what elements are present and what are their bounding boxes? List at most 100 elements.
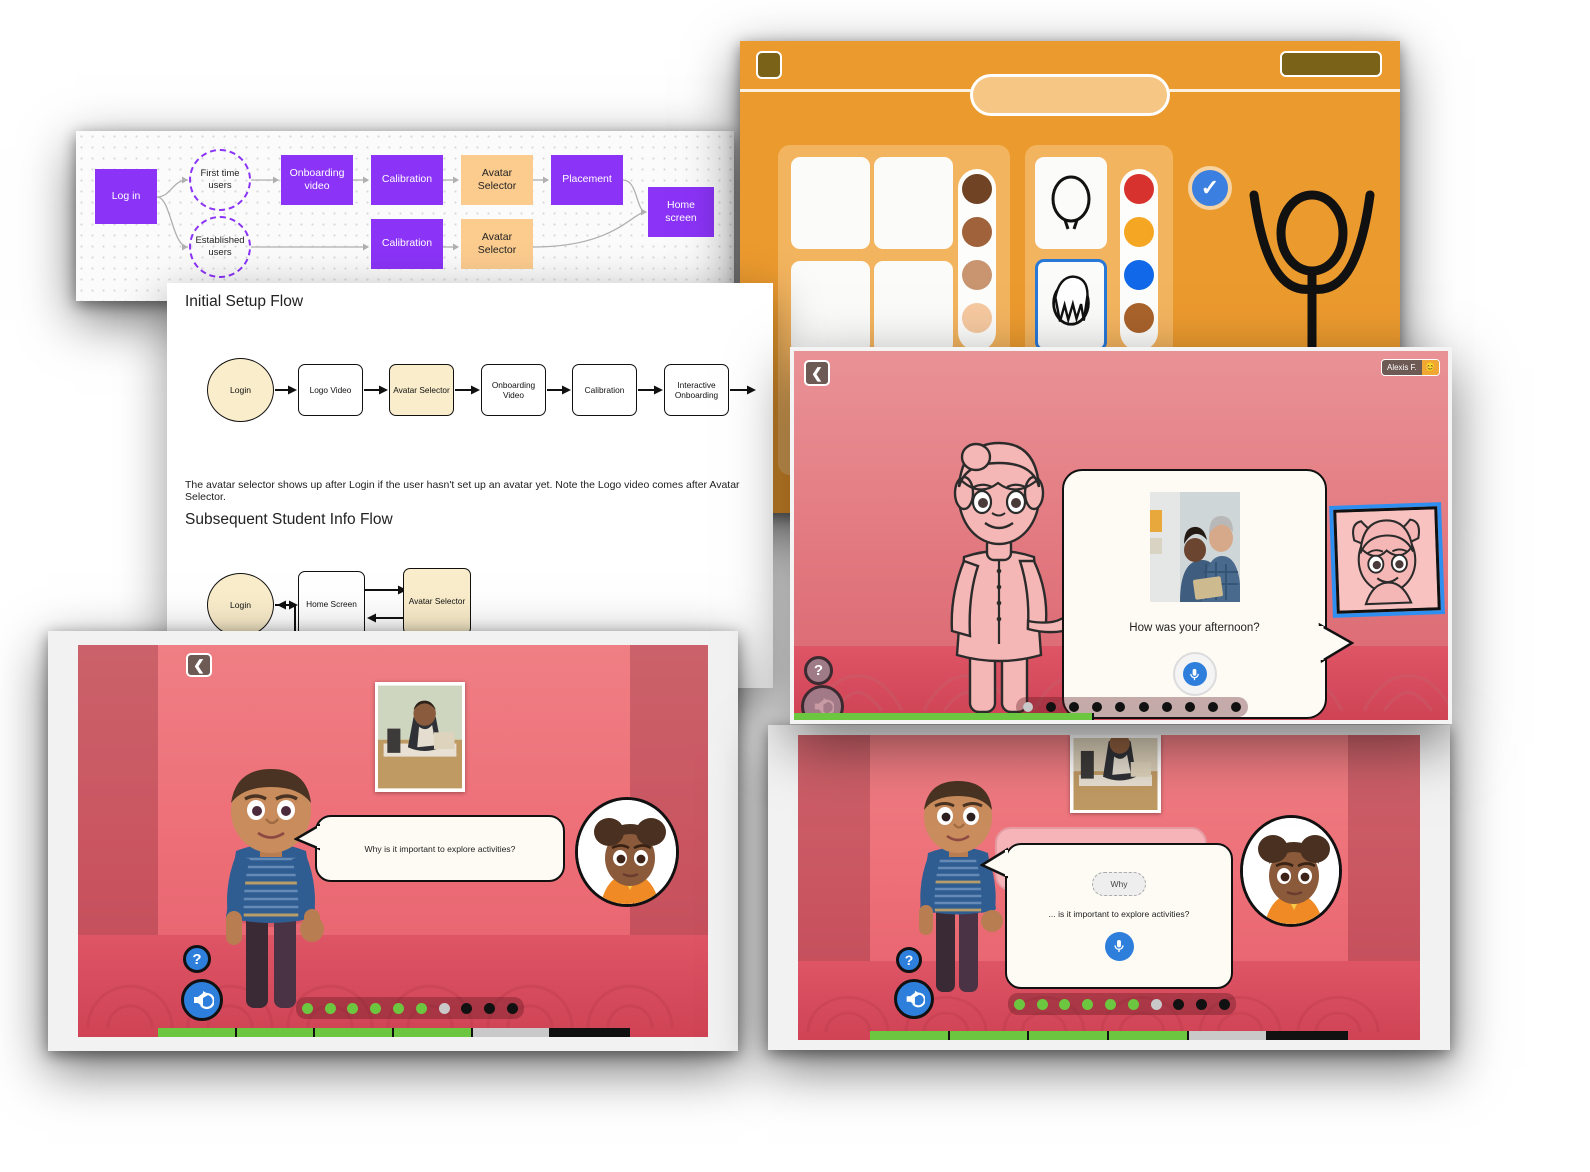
listener-avatar-right (1240, 815, 1342, 927)
listener-avatar-float-frame (1329, 502, 1445, 618)
progress-dot (1127, 998, 1139, 1010)
skin-swatch-3[interactable] (962, 260, 992, 290)
progress-segment (1029, 1031, 1110, 1040)
microphone-button-float[interactable] (1172, 652, 1217, 696)
body-tile-3[interactable] (791, 261, 870, 353)
replay-audio-button-left[interactable] (181, 979, 223, 1021)
hair-tile-bald[interactable] (1035, 157, 1107, 249)
menu-placeholder-button[interactable] (756, 51, 782, 79)
student-name-label: Alexis F. (1386, 363, 1417, 372)
help-button-float[interactable]: ? (804, 656, 833, 685)
doc2-node-home-screen[interactable]: Home Screen (298, 571, 365, 637)
progress-dot (1184, 702, 1195, 712)
body-tile-1[interactable] (791, 157, 870, 249)
doc2-node-login[interactable]: Login (207, 573, 274, 637)
doc1-node-interactive-onboarding[interactable]: Interactive Onboarding (664, 364, 729, 416)
hair-color-swatch-orange[interactable] (1124, 217, 1154, 247)
progress-segment (315, 1028, 395, 1037)
skin-swatch-1[interactable] (962, 174, 992, 204)
help-button-right[interactable]: ? (896, 947, 922, 973)
conversation-screen-right: Why ... is it important to explore activ… (768, 725, 1450, 1050)
progress-dot (1208, 702, 1219, 712)
replay-audio-button-right[interactable] (894, 979, 934, 1019)
doc2-node-avatar-selector[interactable]: Avatar Selector (403, 568, 471, 635)
speech-bubble-tail-float (1318, 622, 1354, 664)
progress-segment (394, 1028, 473, 1037)
flow-node-avatar-selector-top[interactable]: Avatar Selector (461, 155, 533, 205)
father-and-daughter-photo (1149, 492, 1240, 602)
progress-dot (324, 1002, 336, 1014)
progress-dot (1045, 702, 1056, 712)
replay-audio-icon-right (906, 990, 925, 1008)
purple-flowchart-card: Log in First time users Established user… (76, 131, 734, 301)
flow-node-avatar-selector-bottom[interactable]: Avatar Selector (461, 219, 533, 269)
progress-dot (1115, 702, 1126, 712)
bald-head-icon (1051, 175, 1091, 230)
skin-swatch-4[interactable] (962, 303, 992, 333)
prompt-chip-why[interactable]: Why (1092, 871, 1146, 896)
flow-node-first-time-users[interactable]: First time users (189, 149, 251, 211)
speech-text-left: Why is it important to explore activitie… (364, 843, 516, 854)
hair-color-swatch-red[interactable] (1124, 174, 1154, 204)
progress-dot (1173, 998, 1185, 1010)
progress-dot (301, 1002, 313, 1014)
microphone-icon-float (1190, 668, 1199, 680)
doc-heading-initial-setup: Initial Setup Flow (185, 293, 304, 310)
hair-color-swatch-blue[interactable] (1124, 260, 1154, 290)
speech-bubble-tail-right (980, 847, 1008, 879)
progress-dot (1105, 998, 1117, 1010)
confirm-check-button[interactable]: ✓ (1188, 166, 1232, 210)
body-tile-4[interactable] (874, 261, 953, 353)
progress-dot (1036, 998, 1048, 1010)
conversation-photo-float (1149, 492, 1240, 602)
speech-bubble-left: Why is it important to explore activitie… (315, 815, 565, 882)
conversation-screen-left: ❮ Why is it important to explore activit… (48, 631, 738, 1051)
body-tile-2[interactable] (874, 157, 953, 249)
scene-right-inner: Why ... is it important to explore activ… (798, 735, 1420, 1040)
progress-segment (1188, 1031, 1269, 1040)
skin-swatch-2[interactable] (962, 217, 992, 247)
scene-float-inner: ❮ Alexis F. 😊 How was your afternoon? ? (794, 351, 1448, 720)
screenshot-stage: Log in First time users Established user… (0, 0, 1590, 1172)
flow-node-home-screen[interactable]: Home screen (648, 187, 714, 237)
flow-node-established-users[interactable]: Established users (189, 216, 251, 278)
back-button-float[interactable]: ❮ (804, 360, 830, 386)
flow-node-login[interactable]: Log in (95, 169, 157, 224)
flow-node-calibration-bottom[interactable]: Calibration (371, 219, 443, 269)
progress-dot (461, 1002, 473, 1014)
pink-girl-portrait (1336, 509, 1438, 611)
progress-bar-float (794, 713, 1094, 720)
help-button-left[interactable]: ? (183, 945, 211, 973)
doc-heading-subsequent: Subsequent Student Info Flow (185, 511, 393, 528)
flow-node-calibration-top[interactable]: Calibration (371, 155, 443, 205)
replay-audio-icon (194, 991, 214, 1010)
long-bob-hair-icon (1052, 275, 1090, 326)
progress-dot (1196, 998, 1208, 1010)
progress-segment (472, 1028, 552, 1037)
progress-dot (1150, 998, 1162, 1010)
flow-node-placement[interactable]: Placement (551, 155, 623, 205)
hair-color-swatch-brown[interactable] (1124, 303, 1154, 333)
doc1-node-login[interactable]: Login (207, 358, 274, 422)
progress-dot (1059, 998, 1071, 1010)
flow-document-card: Initial Setup Flow Login Logo Video Avat… (167, 283, 773, 688)
conversation-photo-left (375, 682, 465, 792)
doc1-node-logo-video[interactable]: Logo Video (298, 364, 363, 416)
conversation-photo-right (1070, 735, 1161, 813)
doc1-node-onboarding-video[interactable]: Onboarding Video (481, 364, 546, 416)
doc1-node-avatar-selector[interactable]: Avatar Selector (389, 364, 454, 416)
progress-dot (370, 1002, 382, 1014)
progress-segment (1109, 1031, 1189, 1040)
progress-dots-right (1008, 993, 1236, 1015)
flow-node-onboarding-video[interactable]: Onboarding video (281, 155, 353, 205)
hair-tile-long-bob[interactable] (1035, 259, 1107, 351)
back-button-left[interactable]: ❮ (186, 653, 212, 677)
progress-dot (415, 1002, 427, 1014)
student-name-badge[interactable]: Alexis F. 😊 (1380, 359, 1440, 376)
doc1-node-calibration[interactable]: Calibration (572, 364, 637, 416)
speech-bubble-right: Why ... is it important to explore activ… (1005, 843, 1233, 989)
progress-segment (236, 1028, 316, 1037)
microphone-button-right[interactable] (1104, 931, 1134, 961)
progress-segment (870, 1031, 950, 1040)
header-right-placeholder[interactable] (1280, 51, 1382, 77)
